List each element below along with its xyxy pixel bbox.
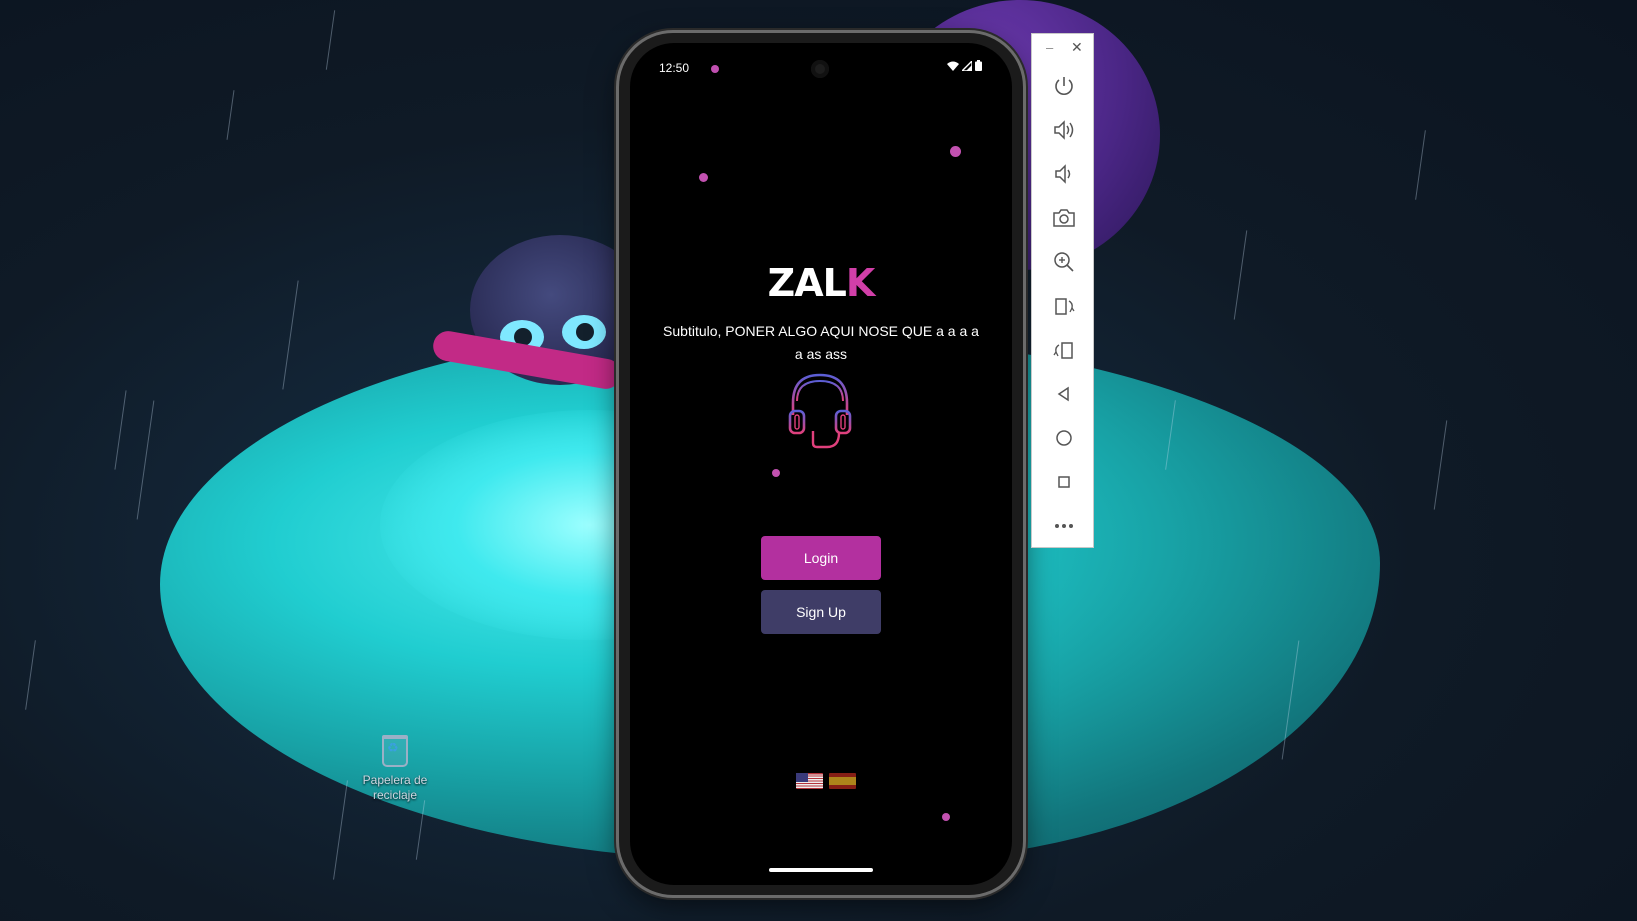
recycle-bin-shortcut[interactable]: Papelera de reciclaje bbox=[355, 735, 435, 803]
rotate-left-button[interactable] bbox=[1032, 284, 1095, 328]
status-bar: 12:50 bbox=[630, 43, 1012, 91]
logo-main-text: ZAL bbox=[767, 261, 847, 305]
rotate-left-icon bbox=[1054, 298, 1075, 315]
recycle-bin-icon bbox=[382, 735, 408, 767]
creature-eye bbox=[562, 315, 606, 349]
decorative-dot bbox=[942, 813, 950, 821]
phone-screen: 12:50 ZALK Subtitulo, PONER ALGO AQUI NO… bbox=[630, 43, 1012, 885]
wifi-icon bbox=[947, 61, 959, 71]
volume-down-icon bbox=[1054, 164, 1070, 184]
back-icon bbox=[1057, 386, 1069, 402]
decorative-dot bbox=[699, 173, 708, 182]
camera-icon bbox=[1052, 209, 1075, 227]
back-button[interactable] bbox=[1032, 372, 1095, 416]
home-icon bbox=[1055, 430, 1072, 446]
power-button[interactable] bbox=[1032, 64, 1095, 108]
zoom-icon bbox=[1053, 252, 1074, 272]
more-button[interactable] bbox=[1032, 504, 1095, 548]
overview-icon bbox=[1057, 476, 1070, 488]
home-indicator[interactable] bbox=[769, 868, 873, 872]
sound-wave-icon bbox=[725, 456, 912, 517]
close-icon[interactable]: ✕ bbox=[1071, 39, 1083, 56]
login-button[interactable]: Login bbox=[761, 536, 881, 580]
spain-flag-icon[interactable] bbox=[829, 773, 856, 789]
power-icon bbox=[1054, 77, 1073, 95]
front-camera-icon bbox=[811, 60, 829, 78]
zoom-button[interactable] bbox=[1032, 240, 1095, 284]
notification-dot-icon bbox=[711, 65, 719, 73]
phone-frame: 12:50 ZALK Subtitulo, PONER ALGO AQUI NO… bbox=[619, 33, 1023, 895]
status-time: 12:50 bbox=[659, 61, 690, 75]
signal-icon bbox=[962, 60, 972, 71]
more-icon bbox=[1054, 524, 1073, 528]
recycle-bin-label: Papelera de reciclaje bbox=[362, 773, 428, 802]
decorative-dot bbox=[950, 146, 961, 157]
emulator-toolbar: – ✕ bbox=[1031, 33, 1094, 548]
volume-down-button[interactable] bbox=[1032, 152, 1095, 196]
language-selector bbox=[796, 773, 856, 789]
status-icons bbox=[947, 60, 982, 71]
app-subtitle: Subtitulo, PONER ALGO AQUI NOSE QUE a a … bbox=[663, 323, 979, 362]
home-button[interactable] bbox=[1032, 416, 1095, 460]
logo-accent-text: K bbox=[845, 261, 875, 305]
battery-icon bbox=[975, 60, 982, 71]
headphones-icon bbox=[788, 373, 852, 449]
us-flag-icon[interactable] bbox=[796, 773, 823, 789]
signup-button[interactable]: Sign Up bbox=[761, 590, 881, 634]
app-logo: ZALK bbox=[630, 261, 1012, 305]
volume-up-icon bbox=[1053, 120, 1073, 140]
minimize-icon[interactable]: – bbox=[1046, 40, 1053, 55]
overview-button[interactable] bbox=[1032, 460, 1095, 504]
volume-up-button[interactable] bbox=[1032, 108, 1095, 152]
rotate-right-icon bbox=[1052, 342, 1073, 359]
screenshot-button[interactable] bbox=[1032, 196, 1095, 240]
rotate-right-button[interactable] bbox=[1032, 328, 1095, 372]
